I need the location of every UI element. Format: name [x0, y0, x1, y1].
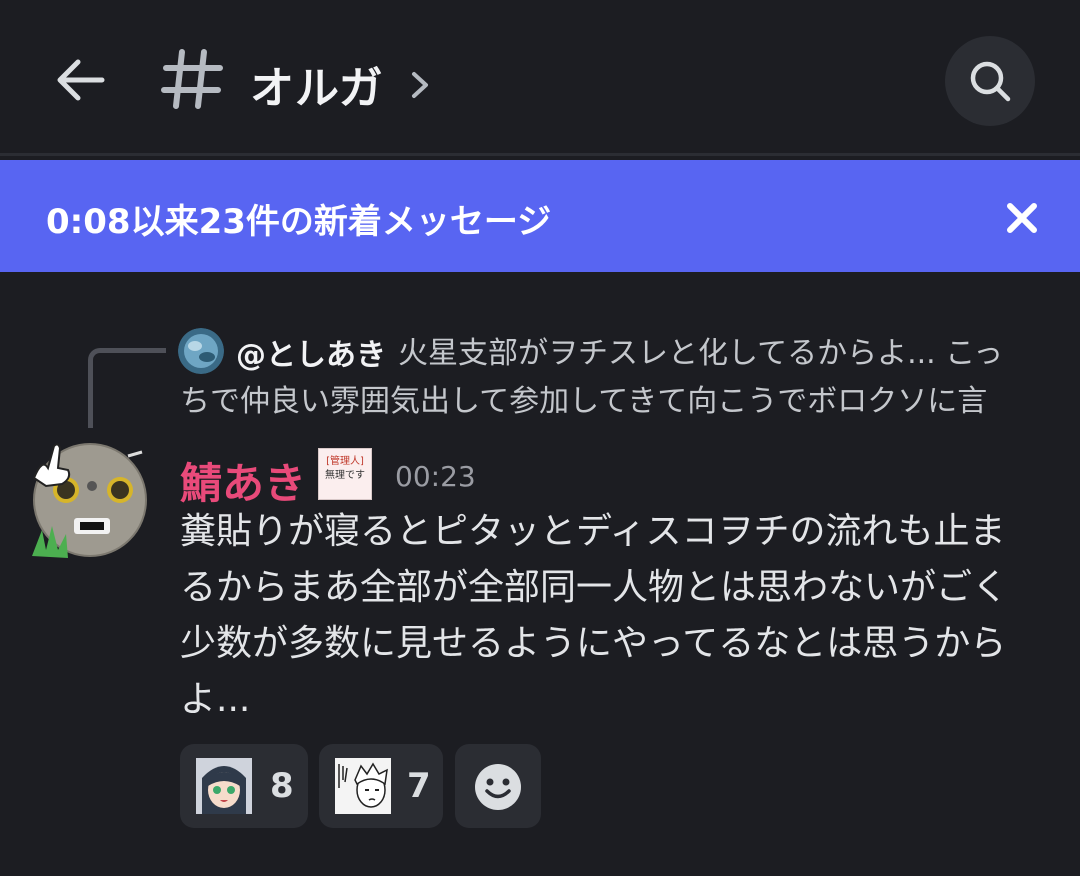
back-button[interactable]: [48, 48, 112, 112]
reaction-count: 8: [270, 766, 294, 806]
avatar[interactable]: [28, 438, 152, 562]
new-messages-text: 0:08以来23件の新着メッセージ: [46, 202, 552, 242]
arrow-left-icon: [57, 59, 105, 101]
role-badge-line-2: 無理です: [325, 470, 365, 481]
channel-header: オルガ: [0, 0, 1080, 156]
close-icon[interactable]: [1002, 198, 1042, 238]
role-badge-line-1: [管理人]: [326, 456, 364, 467]
role-badge[interactable]: [管理人] 無理です: [318, 448, 372, 500]
anime-girl-emoji-icon: [196, 758, 252, 814]
reaction-pill[interactable]: 8: [180, 744, 308, 828]
reaction-count: 7: [407, 766, 431, 806]
device-face-avatar-icon: [32, 443, 147, 558]
smiley-icon: [475, 764, 521, 810]
message-timestamp: 00:23: [395, 460, 476, 493]
reply-author[interactable]: @としあき: [236, 330, 386, 374]
channel-name[interactable]: オルガ: [250, 52, 384, 116]
manga-boy-emoji-icon: [335, 758, 391, 814]
new-messages-banner[interactable]: 0:08以来23件の新着メッセージ: [0, 160, 1080, 272]
reply-connector: [88, 348, 166, 428]
message-content[interactable]: 糞貼りが寝るとピタッとディスコヲチの流れも止まるからまあ全部が全部同一人物とは思…: [180, 504, 1040, 728]
reaction-pill[interactable]: 7: [319, 744, 443, 828]
add-reaction-button[interactable]: [455, 744, 541, 828]
search-button[interactable]: [945, 36, 1035, 126]
search-icon: [970, 61, 1011, 102]
message-author[interactable]: 鯖あき: [180, 450, 306, 511]
hash-channel-icon: [161, 49, 223, 109]
chevron-right-icon[interactable]: [406, 66, 434, 104]
